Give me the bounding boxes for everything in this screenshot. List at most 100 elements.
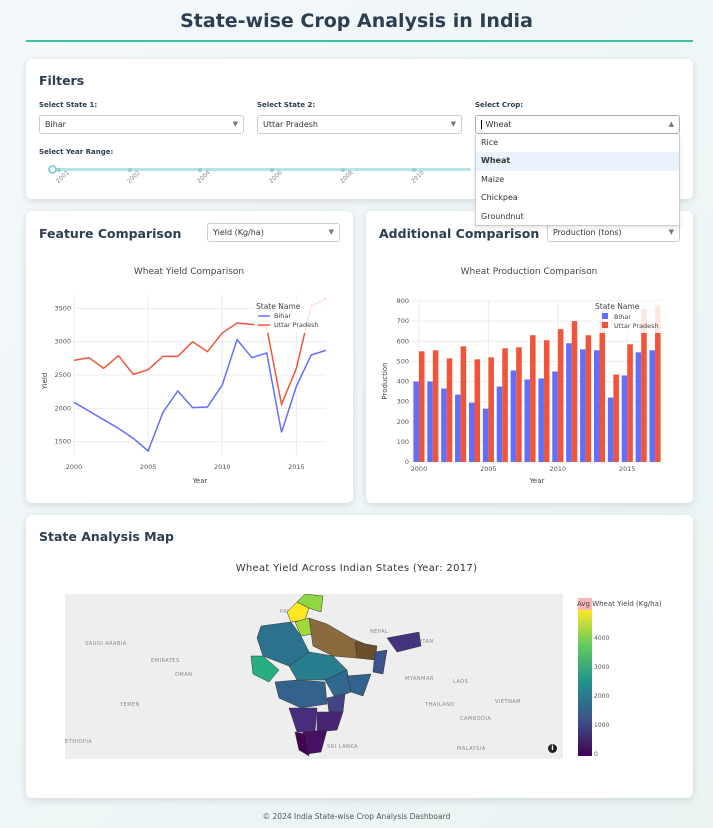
year-range-handle[interactable] bbox=[48, 165, 57, 174]
feature-select[interactable]: Yield (Kg/ha) ▼ bbox=[207, 223, 340, 242]
india-states-shapes bbox=[250, 594, 422, 757]
state-bihar bbox=[354, 641, 378, 661]
state2-select[interactable]: Uttar Pradesh ▼ bbox=[257, 115, 462, 134]
colorbar-title: Avg Wheat Yield (Kg/ha) bbox=[577, 600, 662, 608]
state-karnataka bbox=[288, 707, 318, 733]
state2-label: Select State 2: bbox=[257, 101, 316, 109]
y-tick-label: 600 bbox=[397, 337, 409, 345]
choropleth-map[interactable]: PAKISTAN SAUDI ARABIA EMIRATES OMAN YEME… bbox=[65, 594, 563, 759]
crop-option[interactable]: Maize bbox=[476, 171, 679, 189]
y-tick-label: 700 bbox=[397, 317, 409, 325]
crop-label: Select Crop: bbox=[475, 101, 524, 109]
chevron-down-icon: ▼ bbox=[232, 120, 238, 128]
page-title: State-wise Crop Analysis in India bbox=[180, 10, 533, 32]
bar bbox=[566, 343, 572, 462]
feature-value: Yield (Kg/ha) bbox=[213, 228, 264, 237]
bar bbox=[460, 346, 467, 462]
colorbar-tick: 1000 bbox=[594, 722, 610, 729]
chart-title: Wheat Production Comparison bbox=[461, 267, 598, 277]
map-title: Wheat Yield Across Indian States (Year: … bbox=[235, 563, 478, 574]
y-axis-label: Yield bbox=[41, 373, 49, 391]
y-tick-label: 200 bbox=[397, 418, 409, 426]
bar bbox=[524, 379, 531, 462]
bar bbox=[530, 335, 536, 462]
state-odisha bbox=[346, 673, 372, 697]
slider-mark[interactable] bbox=[57, 167, 61, 172]
additional-value: Production (tons) bbox=[553, 228, 622, 237]
state1-value: Bihar bbox=[45, 120, 66, 129]
x-tick-label: 2010 bbox=[550, 465, 567, 473]
crop-select[interactable]: Wheat ▲ bbox=[475, 115, 680, 134]
x-axis-label: Year bbox=[529, 477, 545, 485]
bar bbox=[510, 370, 517, 462]
bar bbox=[441, 388, 447, 462]
state-ap bbox=[316, 711, 344, 733]
slider-mark[interactable] bbox=[270, 167, 274, 172]
info-icon[interactable]: i bbox=[548, 744, 557, 753]
year-range-label: Select Year Range: bbox=[39, 148, 114, 156]
footer: © 2024 India State-wise Crop Analysis Da… bbox=[262, 812, 451, 821]
y-tick-label: 2000 bbox=[54, 404, 71, 412]
crop-option[interactable]: Groundnut bbox=[476, 208, 679, 226]
y-tick-label: 300 bbox=[397, 398, 409, 406]
legend-label: Uttar Pradesh bbox=[614, 322, 659, 330]
slider-mark[interactable] bbox=[412, 167, 416, 172]
title-divider bbox=[26, 40, 693, 42]
bar bbox=[649, 350, 656, 462]
bar bbox=[455, 394, 461, 462]
legend-title: State Name bbox=[595, 302, 640, 311]
year-range-slider[interactable] bbox=[51, 168, 471, 171]
bar bbox=[413, 381, 419, 462]
bar bbox=[432, 350, 439, 462]
colorbar bbox=[578, 610, 592, 756]
slider-mark[interactable] bbox=[198, 167, 202, 172]
legend-label: Bihar bbox=[274, 312, 291, 320]
y-axis-label: Production bbox=[381, 362, 389, 399]
bar bbox=[502, 348, 508, 462]
text-cursor bbox=[481, 120, 482, 129]
legend-swatch bbox=[602, 322, 608, 328]
y-tick-label: 1500 bbox=[54, 438, 71, 446]
bar bbox=[599, 321, 606, 462]
state1-select[interactable]: Bihar ▼ bbox=[39, 115, 244, 134]
slider-mark[interactable] bbox=[128, 167, 132, 172]
chevron-down-icon: ▼ bbox=[328, 228, 334, 236]
x-tick-label: 2015 bbox=[288, 463, 305, 471]
bar bbox=[538, 378, 544, 462]
state1-label: Select State 1: bbox=[39, 101, 98, 109]
colorbar-tick: 3000 bbox=[594, 664, 610, 671]
y-tick-label: 3500 bbox=[54, 304, 71, 312]
legend-label: Bihar bbox=[614, 313, 631, 321]
bar bbox=[552, 371, 558, 462]
y-tick-label: 400 bbox=[397, 378, 409, 386]
x-tick-label: 2000 bbox=[411, 465, 428, 473]
legend-swatch bbox=[602, 313, 608, 319]
bar bbox=[607, 397, 614, 462]
x-tick-label: 2000 bbox=[66, 463, 83, 471]
bar bbox=[585, 335, 592, 462]
chevron-down-icon: ▼ bbox=[668, 228, 674, 236]
y-tick-label: 3000 bbox=[54, 338, 71, 346]
chevron-down-icon: ▼ bbox=[450, 120, 456, 128]
legend-label: Uttar Pradesh bbox=[274, 321, 319, 329]
bar bbox=[488, 357, 494, 462]
crop-option[interactable]: Rice bbox=[476, 134, 679, 152]
x-axis-label: Year bbox=[192, 477, 208, 485]
state-wb bbox=[372, 649, 388, 675]
additional-comparison-heading: Additional Comparison bbox=[379, 226, 540, 241]
bar bbox=[571, 321, 578, 462]
x-tick-label: 2005 bbox=[140, 463, 157, 471]
bar bbox=[543, 340, 550, 462]
slider-mark[interactable] bbox=[341, 167, 345, 172]
legend-title: State Name bbox=[256, 302, 301, 311]
crop-option[interactable]: Wheat bbox=[476, 152, 679, 171]
bar bbox=[627, 344, 633, 462]
production-bar-chart: 0 100 200 300 400 500 600 700 800 2000 2005 2010 201… bbox=[381, 267, 662, 485]
bar bbox=[621, 375, 628, 462]
bar bbox=[496, 386, 503, 462]
map-heading: State Analysis Map bbox=[39, 529, 174, 544]
crop-option[interactable]: Chickpea bbox=[476, 189, 679, 207]
bar bbox=[482, 408, 489, 462]
bar bbox=[613, 374, 619, 462]
bar bbox=[516, 347, 522, 462]
